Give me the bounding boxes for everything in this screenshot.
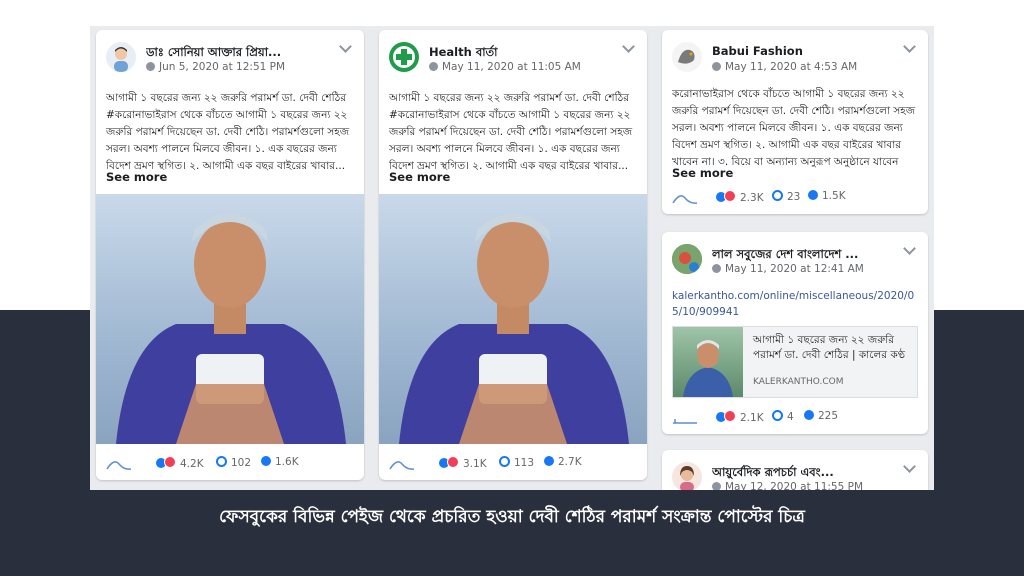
comment-icon: [499, 456, 510, 467]
love-reaction-icon: [447, 456, 459, 468]
share-icon: [544, 456, 554, 466]
post-date[interactable]: May 11, 2020 at 12:41 AM: [725, 263, 864, 275]
post-stats: 2.1K 4 225: [672, 408, 918, 428]
post-date[interactable]: Jun 5, 2020 at 12:51 PM: [159, 61, 285, 73]
comments-stat[interactable]: 113: [499, 456, 534, 469]
post-meta: May 11, 2020 at 4:53 AM: [712, 61, 857, 73]
comments-stat[interactable]: 4: [772, 410, 794, 423]
post-text: আগামী ১ বছরের জন্য ২২ জরুরি পরামর্শ ডা. …: [389, 92, 633, 172]
comments-count: 102: [231, 457, 252, 469]
shares-count: 1.6K: [275, 456, 299, 468]
chevron-down-icon[interactable]: [903, 242, 916, 255]
comments-stat[interactable]: 23: [772, 190, 800, 203]
love-reaction-icon: [724, 410, 736, 422]
shares-stat[interactable]: 225: [804, 410, 838, 422]
comment-icon: [772, 190, 783, 201]
reactions-stat[interactable]: 2.1K: [716, 410, 764, 424]
post-date[interactable]: May 12, 2020 at 11:55 PM: [725, 481, 863, 490]
doctor-avatar-icon[interactable]: [106, 42, 136, 72]
post-stats: 2.3K 23 1.5K: [672, 188, 918, 208]
post-card: Health বার্তা May 11, 2020 at 11:05 AM আ…: [379, 30, 647, 480]
chevron-down-icon[interactable]: [622, 40, 635, 53]
post-date[interactable]: May 11, 2020 at 4:53 AM: [725, 61, 857, 73]
link-preview[interactable]: আগামী ১ বছরের জন্য ২২ জরুরি পরামর্শ ডা. …: [672, 326, 918, 398]
see-more-link[interactable]: See more: [106, 170, 167, 184]
facebook-posts-screenshot: ডাঃ সোনিয়া আক্তার প্রিয়া... Jun 5, 202…: [90, 26, 934, 490]
chevron-down-icon[interactable]: [903, 460, 916, 473]
shares-stat[interactable]: 1.6K: [261, 456, 299, 468]
comments-count: 113: [514, 457, 535, 469]
post-photo[interactable]: [379, 194, 647, 444]
post-meta: May 11, 2020 at 11:05 AM: [429, 61, 581, 73]
comment-icon: [772, 410, 783, 421]
chevron-down-icon[interactable]: [903, 40, 916, 53]
reactions-count: 2.3K: [740, 192, 764, 204]
shares-stat[interactable]: 2.7K: [544, 456, 582, 468]
reactions-count: 3.1K: [463, 458, 487, 470]
share-icon: [808, 190, 818, 200]
post-date[interactable]: May 11, 2020 at 11:05 AM: [442, 61, 581, 73]
post-stats: 3.1K 113 2.7K: [389, 454, 637, 474]
post-card: Babui Fashion May 11, 2020 at 4:53 AM কর…: [662, 30, 928, 214]
insights-wave-icon: [672, 195, 698, 204]
post-card: লাল সবুজের দেশ বাংলাদেশ ... May 11, 2020…: [662, 232, 928, 434]
globe-icon: [712, 264, 721, 273]
comment-icon: [216, 456, 227, 467]
link-domain: KALERKANTHO.COM: [753, 377, 844, 387]
post-text: আগামী ১ বছরের জন্য ২২ জরুরি পরামর্শ ডা. …: [106, 92, 350, 172]
flag-avatar-icon[interactable]: [672, 244, 702, 274]
reactions-stat[interactable]: 3.1K: [439, 456, 487, 470]
love-reaction-icon: [164, 456, 176, 468]
globe-icon: [712, 62, 721, 71]
chevron-down-icon[interactable]: [339, 40, 352, 53]
post-link-url[interactable]: kalerkantho.com/online/miscellaneous/202…: [672, 288, 918, 320]
post-header: Health বার্তা May 11, 2020 at 11:05 AM: [389, 40, 637, 78]
reactions-count: 2.1K: [740, 412, 764, 424]
comments-stat[interactable]: 102: [216, 456, 251, 469]
post-card: আয়ুর্বেদিক রূপচর্চা এবং... May 12, 2020…: [662, 450, 928, 490]
globe-icon: [146, 62, 155, 71]
share-icon: [804, 410, 814, 420]
see-more-link[interactable]: See more: [672, 166, 733, 180]
reactions-stat[interactable]: 4.2K: [156, 456, 204, 470]
link-thumbnail: [673, 327, 743, 397]
shares-count: 2.7K: [558, 456, 582, 468]
post-header: আয়ুর্বেদিক রূপচর্চা এবং... May 12, 2020…: [672, 460, 918, 490]
see-more-link[interactable]: See more: [389, 170, 450, 184]
globe-icon: [429, 62, 438, 71]
reactions-stat[interactable]: 2.3K: [716, 190, 764, 204]
post-meta: Jun 5, 2020 at 12:51 PM: [146, 61, 285, 73]
medical-cross-icon[interactable]: [389, 42, 419, 72]
insights-wave-icon: [389, 461, 415, 470]
link-title: আগামী ১ বছরের জন্য ২২ জরুরি পরামর্শ ডা. …: [753, 334, 905, 361]
shares-stat[interactable]: 1.5K: [808, 190, 846, 202]
share-icon: [261, 456, 271, 466]
woman-avatar-icon[interactable]: [672, 462, 702, 490]
post-meta: May 11, 2020 at 12:41 AM: [712, 263, 864, 275]
reactions-count: 4.2K: [180, 458, 204, 470]
post-meta: May 12, 2020 at 11:55 PM: [712, 481, 863, 490]
page-name[interactable]: Babui Fashion: [712, 44, 803, 58]
post-photo[interactable]: [96, 194, 364, 444]
post-stats: 4.2K 102 1.6K: [106, 454, 354, 474]
post-card: ডাঃ সোনিয়া আক্তার প্রিয়া... Jun 5, 202…: [96, 30, 364, 480]
comments-count: 23: [787, 191, 801, 203]
post-header: Babui Fashion May 11, 2020 at 4:53 AM: [672, 40, 918, 78]
shares-count: 225: [818, 410, 839, 422]
image-caption: ফেসবুকের বিভিন্ন পেইজ থেকে প্রচরিত হওয়া…: [219, 507, 805, 527]
comments-count: 4: [787, 411, 794, 423]
post-text: করোনাভাইরাস থেকে বাঁচতে আগামী ১ বছরের জন…: [672, 88, 916, 168]
globe-icon: [712, 482, 721, 490]
post-header: ডাঃ সোনিয়া আক্তার প্রিয়া... Jun 5, 202…: [106, 40, 354, 78]
post-header: লাল সবুজের দেশ বাংলাদেশ ... May 11, 2020…: [672, 242, 918, 280]
insights-wave-icon: [106, 461, 132, 470]
insights-wave-icon: [673, 419, 697, 424]
bird-logo-icon[interactable]: [672, 42, 702, 72]
love-reaction-icon: [724, 190, 736, 202]
shares-count: 1.5K: [822, 190, 846, 202]
